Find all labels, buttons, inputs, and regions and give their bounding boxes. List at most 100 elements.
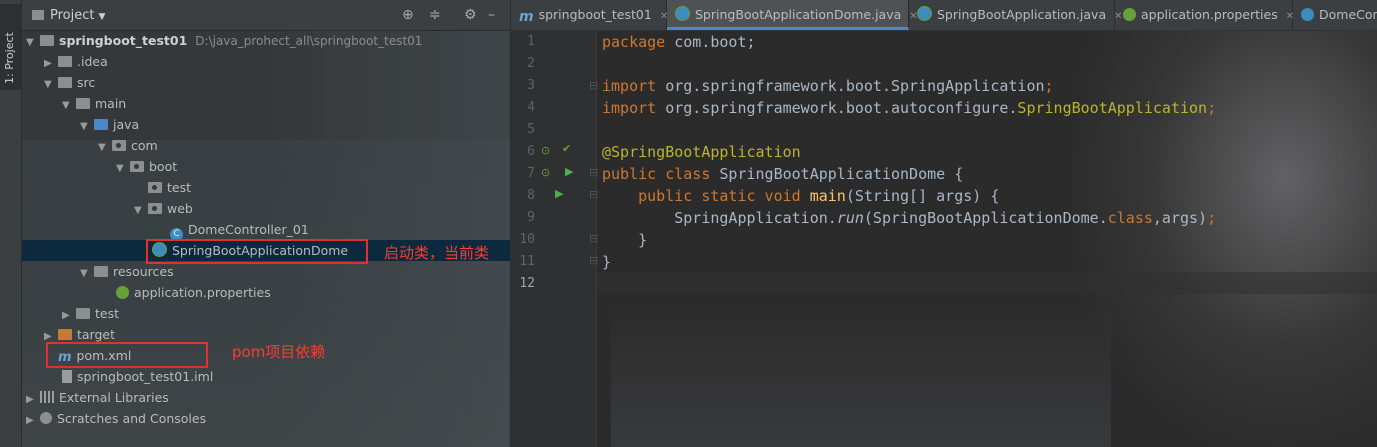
run-main-icon[interactable]: ▶ [555,187,563,200]
project-icon [32,10,44,20]
project-path: D:\java_prohect_all\springboot_test01 [195,34,423,48]
line-number: 1 [527,34,535,49]
line-number: 3 [527,78,535,93]
expand-arrow-icon: ▼ [116,163,124,174]
line-number: 12 [519,276,535,291]
code-line-9[interactable]: SpringApplication.run(SpringBootApplicat… [602,209,1216,227]
tree-item-java[interactable]: ▼ java [80,114,139,135]
code-line-10[interactable]: } [602,231,647,249]
line-number: 7 [527,166,535,181]
fold-icon[interactable]: ⊟ [589,232,598,245]
collapse-all-icon[interactable]: ≑ [429,7,441,23]
tab-springbootapplicationdome[interactable]: SpringBootApplicationDome.java ✕ [667,0,918,30]
gear-icon[interactable]: ⚙ [464,7,477,23]
tree-item-project-root[interactable]: ▼ springboot_test01 D:\java_prohect_all\sp… [26,30,422,51]
tree-item-src[interactable]: ▼ src [44,72,95,93]
package-icon [148,203,162,214]
collapsed-arrow-icon: ▶ [26,415,34,426]
line-number: 5 [527,122,535,137]
excluded-folder-icon [58,329,72,340]
current-line-highlight [597,272,1377,294]
expand-arrow-icon: ▼ [80,268,88,279]
tree-item-test-package[interactable]: test [134,177,191,198]
tool-window-strip: 1: Project [0,0,22,447]
collapsed-arrow-icon: ▶ [62,310,70,321]
project-view-selector[interactable]: Project ▼ [32,8,105,23]
code-line-8[interactable]: public static void main(String[] args) { [602,187,999,205]
editor-tabs: m springboot_test01 ✕ SpringBootApplicatio… [511,0,1377,31]
code-line-1[interactable]: package com.boot; [602,33,756,51]
code-line-11[interactable]: } [602,253,611,271]
code-line-3[interactable]: import org.springframework.boot.SpringAp… [602,77,1054,95]
folder-icon [76,308,90,319]
maven-icon: m [519,9,534,25]
tree-item-boot[interactable]: ▼ boot [116,156,177,177]
tree-item-com[interactable]: ▼ com [98,135,158,156]
run-class-icon[interactable]: ▶ [565,165,573,178]
tree-item-domecontroller[interactable]: C DomeController_01 [170,219,309,241]
expand-arrow-icon: ▼ [44,79,52,90]
chevron-down-icon: ▼ [98,12,106,22]
tree-item-external-libraries[interactable]: ▶ External Libraries [26,387,169,408]
scratches-icon [40,412,52,424]
project-tool-tab[interactable]: 1: Project [0,4,21,90]
collapsed-arrow-icon: ▶ [26,394,34,405]
tree-item-resources[interactable]: ▼ resources [80,261,174,282]
tree-item-web[interactable]: ▼ web [134,198,193,219]
source-folder-icon [94,119,108,130]
startup-class-annotation: 启动类，当前类 [384,244,490,262]
locate-icon[interactable]: ⊕ [402,7,414,23]
libraries-icon [40,391,54,403]
folder-icon [40,35,54,46]
spring-boot-class-icon [675,6,690,21]
line-number: 8 [527,188,535,203]
code-line-6[interactable]: @SpringBootApplication [602,143,801,161]
tree-item-idea[interactable]: ▶ .idea [44,51,108,72]
folder-icon [76,98,90,109]
tree-item-test[interactable]: ▶ test [62,303,119,324]
fold-icon[interactable]: ⊟ [589,188,598,201]
line-number: 4 [527,100,535,115]
spring-boot-run-icon[interactable]: ⊙ [541,166,550,179]
fold-icon[interactable]: ⊟ [589,254,598,267]
code-line-7[interactable]: public class SpringBootApplicationDome { [602,165,963,183]
expand-arrow-icon: ▼ [134,205,142,216]
line-number: 9 [527,210,535,225]
pom-highlight-box [46,342,208,368]
module-file-icon [62,370,72,383]
tree-item-scratches[interactable]: ▶ Scratches and Consoles [26,408,206,429]
tab-domecontroller[interactable]: DomeCon [1293,0,1377,30]
package-icon [130,161,144,172]
expand-arrow-icon: ▼ [62,100,70,111]
annotation-icon [917,6,932,21]
tab-springboot-test01[interactable]: m springboot_test01 ✕ [511,0,668,30]
bean-navigation-icon[interactable]: ⊙ [541,144,550,157]
fold-icon[interactable]: ⊟ [589,166,598,179]
startup-class-highlight-box [146,239,368,264]
tab-application-properties[interactable]: application.properties ✕ [1115,0,1294,30]
expand-arrow-icon: ▼ [98,142,106,153]
folder-icon [58,77,72,88]
project-title: Project [50,8,95,23]
code-editor: m springboot_test01 ✕ SpringBootApplicatio… [511,0,1377,447]
collapsed-arrow-icon: ▶ [44,58,52,69]
expand-arrow-icon: ▼ [80,121,88,132]
project-panel: Project ▼ ⊕ ≑ ⚙ – ▼ springboot_test01 D:\ja… [22,0,510,447]
fold-icon[interactable]: ⊟ [589,79,598,92]
package-icon [112,140,126,151]
editor-gutter: 1 2 3 4 5 6 7 8 9 10 11 12 ⊙ ✔ ⊙ ▶ ▶ ⊟ ⊟… [511,31,598,447]
tab-springbootapplication[interactable]: SpringBootApplication.java ✕ [909,0,1123,30]
folder-icon [58,56,72,67]
tree-item-application-properties[interactable]: application.properties [116,282,271,303]
class-icon [1301,8,1314,21]
line-number: 2 [527,56,535,71]
project-tool-tab-label: 1: Project [3,32,16,84]
tree-item-main[interactable]: ▼ main [62,93,126,114]
code-line-4[interactable]: import org.springframework.boot.autoconf… [602,99,1216,117]
hide-icon[interactable]: – [488,7,495,23]
spring-leaf-icon[interactable]: ✔ [562,142,571,155]
line-number: 11 [519,254,535,269]
spring-properties-icon [1123,8,1136,21]
tree-item-iml[interactable]: springboot_test01.iml [62,366,213,387]
package-icon [148,182,162,193]
